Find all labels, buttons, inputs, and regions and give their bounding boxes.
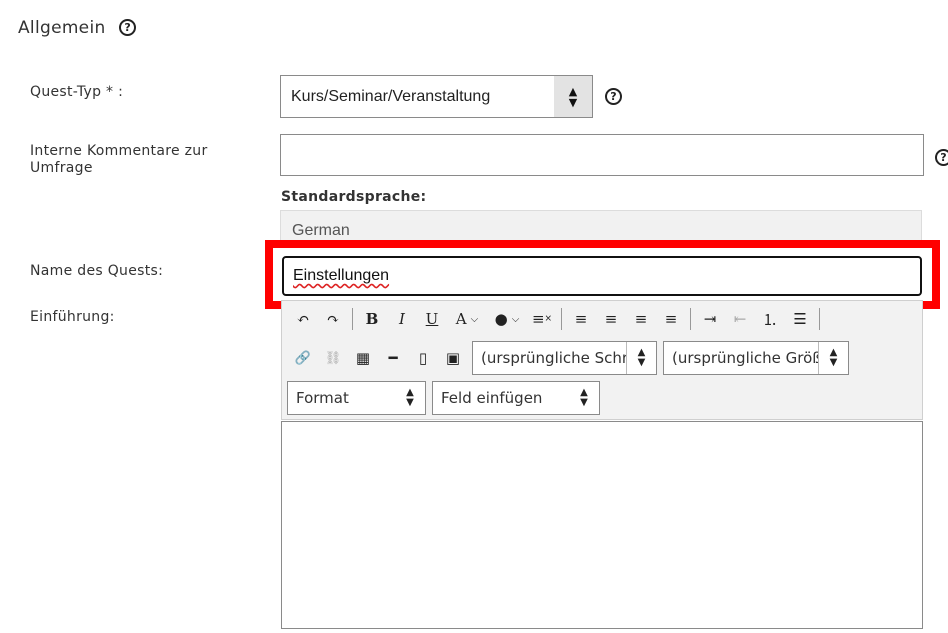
editor-toolbar: ↶ ↷ B I U A ⌵ ● ⌵ ≡ × ≡ ≡ ≡ ≡ ⇥ ⇤ ⒈ ☰ 🔗 ⛓ ▦…: [281, 300, 923, 420]
horizontal-rule-icon[interactable]: ━: [378, 345, 408, 371]
help-icon[interactable]: ?: [119, 19, 137, 36]
font-size-select[interactable]: (ursprüngliche Größe) ▲▼: [663, 341, 849, 375]
underline-icon[interactable]: U: [417, 306, 447, 332]
introduction-editor[interactable]: [281, 421, 923, 629]
align-right-icon[interactable]: ≡: [626, 306, 656, 332]
quest-type-select[interactable]: Kurs/Seminar/Veranstaltung ▲ ▼: [280, 75, 593, 118]
outdent-icon[interactable]: ⇤: [725, 306, 755, 332]
default-language-label: Standardsprache:: [281, 189, 427, 205]
align-center-icon[interactable]: ≡: [596, 306, 626, 332]
undo-icon[interactable]: ↶: [288, 306, 318, 332]
italic-icon[interactable]: I: [387, 306, 417, 332]
quest-type-help-icon[interactable]: ?: [605, 88, 622, 105]
ordered-list-icon[interactable]: ⒈: [755, 306, 785, 332]
quest-type-label: Quest-Typ * :: [30, 84, 124, 100]
highlight-box: [265, 240, 940, 309]
section-title: Allgemein ?: [18, 18, 137, 38]
select-arrows-icon: ▲ ▼: [554, 76, 592, 117]
select-arrows-icon: ▲ ▼: [406, 387, 414, 408]
select-arrows-icon: ▲ ▼: [580, 387, 588, 408]
section-title-text: Allgemein: [18, 18, 106, 38]
format-select[interactable]: Format ▲ ▼: [287, 381, 426, 415]
source-code-icon[interactable]: ▯: [408, 345, 438, 371]
toolbar-separator: [690, 308, 691, 330]
internal-comments-label-line1: Interne Kommentare zur: [30, 143, 208, 159]
link-icon[interactable]: 🔗: [288, 345, 318, 371]
select-arrows-icon: ▲ ▼: [626, 342, 656, 374]
internal-comments-label: Interne Kommentare zur Umfrage: [30, 143, 208, 177]
align-left-icon[interactable]: ≡: [566, 306, 596, 332]
indent-icon[interactable]: ⇥: [695, 306, 725, 332]
background-color-icon[interactable]: ● ⌵: [487, 306, 527, 332]
toolbar-row-3: Format ▲ ▼ Feld einfügen ▲ ▼: [287, 381, 606, 415]
remove-format-glyph: ≡: [531, 310, 545, 328]
insert-field-select[interactable]: Feld einfügen ▲ ▼: [432, 381, 600, 415]
font-size-value: (ursprüngliche Größe): [672, 349, 818, 367]
unlink-icon[interactable]: ⛓: [318, 345, 348, 371]
justify-icon[interactable]: ≡: [656, 306, 686, 332]
chevron-down-icon: ⌵: [470, 313, 479, 325]
table-icon[interactable]: ▦: [348, 345, 378, 371]
quest-name-label: Name des Quests:: [30, 263, 164, 279]
introduction-label: Einführung:: [30, 309, 115, 325]
internal-comments-label-line2: Umfrage: [30, 160, 93, 176]
font-family-select[interactable]: (ursprüngliche Schriftart) ▲▼: [472, 341, 657, 375]
redo-icon[interactable]: ↷: [318, 306, 348, 332]
chevron-down-icon: ⌵: [511, 313, 520, 325]
remove-format-x: ×: [544, 314, 553, 324]
internal-comments-help-icon[interactable]: ?: [935, 149, 948, 166]
toolbar-separator: [561, 308, 562, 330]
toolbar-separator: [819, 308, 820, 330]
bullet-list-icon[interactable]: ☰: [785, 306, 815, 332]
select-arrows-icon: ▲ ▼: [818, 342, 848, 374]
toolbar-separator: [352, 308, 353, 330]
background-color-glyph: ●: [494, 310, 508, 328]
font-family-value: (ursprüngliche Schriftart): [481, 349, 626, 367]
format-value: Format: [296, 389, 349, 407]
insert-field-value: Feld einfügen: [441, 389, 543, 407]
toolbar-row-2: 🔗 ⛓ ▦ ━ ▯ ▣ (ursprüngliche Schriftart) ▲…: [288, 341, 855, 375]
bold-icon[interactable]: B: [357, 306, 387, 332]
toolbar-row-1: ↶ ↷ B I U A ⌵ ● ⌵ ≡ × ≡ ≡ ≡ ≡ ⇥ ⇤ ⒈ ☰: [288, 306, 824, 332]
internal-comments-input[interactable]: [280, 134, 924, 176]
quest-type-value: Kurs/Seminar/Veranstaltung: [291, 87, 491, 105]
remove-format-icon[interactable]: ≡ ×: [527, 306, 557, 332]
font-color-icon[interactable]: A ⌵: [447, 306, 487, 332]
image-icon[interactable]: ▣: [438, 345, 468, 371]
font-color-glyph: A: [455, 310, 467, 328]
